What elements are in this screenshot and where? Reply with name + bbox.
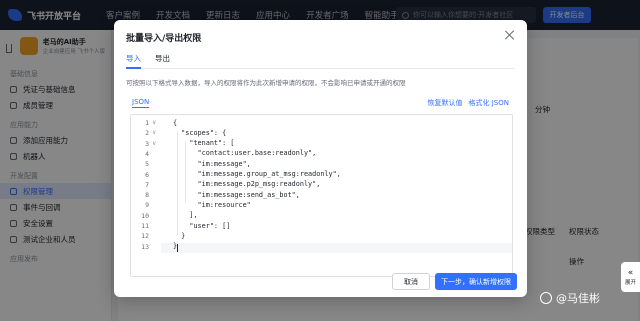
line-number: 3 [145, 139, 149, 148]
code-line: "tenant": [ [173, 139, 235, 148]
watermark: @马佳彬 [540, 290, 600, 306]
expand-label: 展开 [624, 279, 636, 286]
code-line: ], [173, 211, 198, 220]
line-number: 12 [141, 232, 149, 241]
fold-chevron-icon[interactable]: ∨ [152, 140, 156, 147]
code-line: "im:message:send_as_bot", [173, 190, 300, 199]
watermark-logo-icon [540, 292, 552, 304]
code-line: } [173, 231, 186, 240]
format-json-button[interactable]: 格式化 JSON [469, 98, 509, 108]
line-number: 1 [145, 119, 149, 127]
line-number: 7 [145, 180, 149, 189]
text-cursor [177, 244, 178, 252]
line-number: 8 [145, 191, 149, 200]
line-number: 13 [141, 242, 149, 251]
code-line: "im:message.p2p_msg:readonly", [173, 180, 321, 189]
line-number: 9 [145, 201, 149, 210]
expand-floating-button[interactable]: « 展开 [621, 262, 640, 292]
fold-chevron-icon[interactable]: ∨ [152, 129, 156, 136]
double-chevron-left-icon: « [627, 267, 634, 278]
line-number-gutter: 1 ∨ 2 ∨ 3 ∨ 4 5 6 7 8 9 10 11 12 13 [131, 115, 161, 276]
editor-header: JSON 恢复默认值 格式化 JSON [130, 98, 513, 112]
restore-default-button[interactable]: 恢复默认值 [428, 98, 463, 108]
cancel-button[interactable]: 取消 [392, 273, 430, 290]
tab-import[interactable]: 导入 [126, 53, 141, 69]
code-line: { [173, 118, 178, 127]
fold-chevron-icon[interactable]: ∨ [152, 119, 156, 126]
line-number: 5 [145, 160, 149, 169]
import-description: 可按照以下格式导入数据，导入的权限将作为此次新增申请的权限，不会影响已申请或开通… [126, 79, 406, 87]
code-line: "user": [] [173, 221, 231, 230]
current-line-highlight [161, 243, 512, 253]
dialog-tabs: 导入 导出 [126, 53, 515, 69]
editor-mode-tab-json[interactable]: JSON [132, 98, 150, 108]
dialog-title: 批量导入/导出权限 [126, 34, 202, 44]
code-line: "contact:user.base:readonly", [173, 149, 317, 158]
line-number: 4 [145, 149, 149, 158]
code-line: "im:message", [173, 159, 251, 168]
code-line: "im:resource" [173, 200, 251, 209]
close-icon[interactable] [504, 29, 516, 41]
next-confirm-button[interactable]: 下一步，确认新增权限 [435, 273, 517, 290]
code-line: "scopes": { [173, 128, 227, 137]
line-number: 10 [141, 211, 149, 220]
tab-export[interactable]: 导出 [155, 53, 170, 69]
editor-actions: 恢复默认值 格式化 JSON [422, 98, 509, 108]
line-number: 2 [145, 129, 149, 138]
line-number: 6 [145, 170, 149, 179]
watermark-text: @马佳彬 [556, 292, 600, 305]
json-code-editor[interactable]: 1 ∨ 2 ∨ 3 ∨ 4 5 6 7 8 9 10 11 12 13 { "scopes": { "tena… [130, 114, 513, 277]
code-line: "im:message.group_at_msg:readonly", [173, 170, 341, 178]
line-number: 11 [141, 222, 149, 230]
import-export-permissions-dialog: 批量导入/导出权限 导入 导出 可按照以下格式导入数据，导入的权限将作为此次新增… [114, 20, 527, 297]
